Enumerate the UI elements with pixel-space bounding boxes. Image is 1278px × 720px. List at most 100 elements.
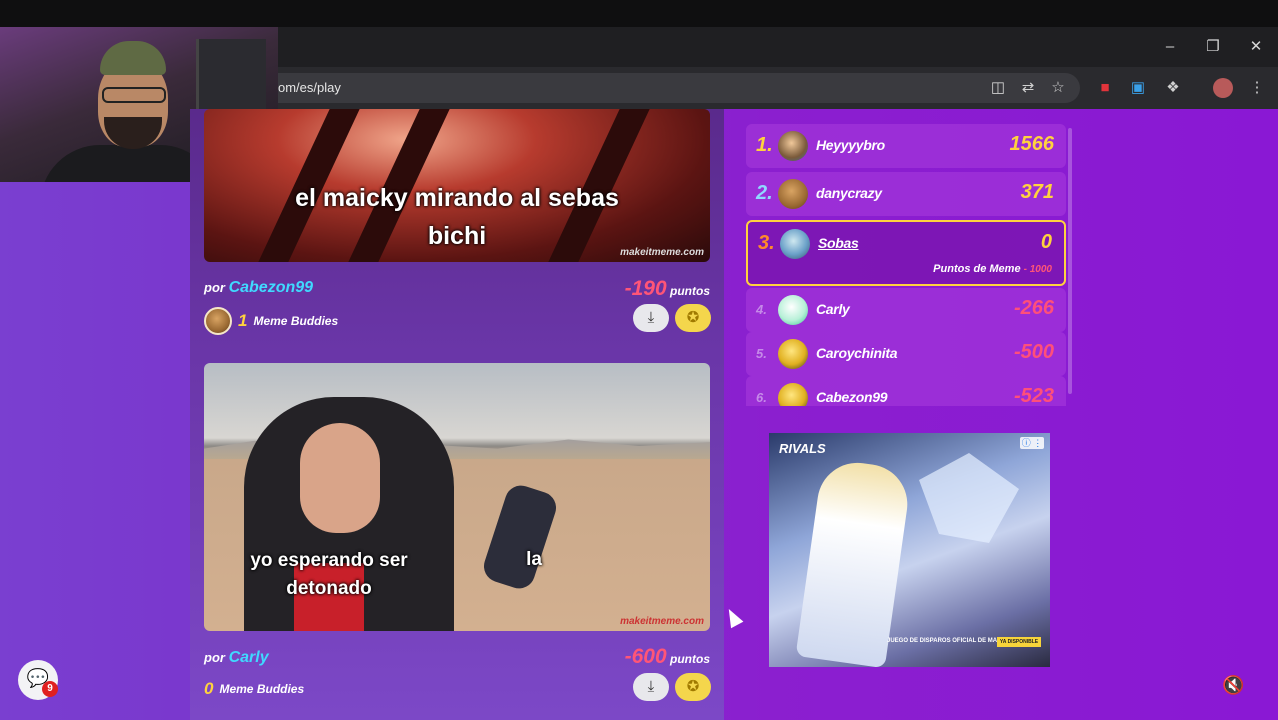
extension-blue-icon[interactable]: ▣ [1128, 78, 1148, 98]
player-avatar [778, 339, 808, 369]
ad-info-icon[interactable]: ⓘ ⋮ [1020, 437, 1044, 449]
points-label: puntos [670, 284, 710, 298]
player-name: Sobas [818, 235, 859, 251]
close-icon[interactable]: ✕ [1242, 33, 1270, 61]
by-label: por [204, 280, 225, 295]
meme-image: yo esperando ser detonado la makeitmeme.… [204, 363, 710, 631]
ad-cta-button[interactable]: YA DISPONIBLE [997, 637, 1041, 647]
rank: 3. [758, 232, 775, 254]
buddies-label: Meme Buddies [219, 682, 305, 696]
buddies-count: 0 [204, 679, 214, 698]
meme-points-line: Puntos de Meme - 1000 [933, 263, 1052, 275]
extension-red-icon[interactable]: ■ [1095, 78, 1115, 98]
buddy-avatar [204, 307, 232, 335]
player-avatar [778, 295, 808, 325]
rank: 6. [756, 390, 767, 405]
buddies-count: 1 [238, 311, 248, 330]
download-button[interactable]: ⤓ [633, 673, 669, 701]
address-bar[interactable] [250, 73, 1080, 103]
star-icon: ✪ [686, 678, 700, 695]
player-score: -266 [1013, 297, 1054, 319]
meme-watermark: makeitmeme.com [620, 616, 704, 627]
ad-tagline: JUEGO DE DISPAROS OFICIAL DE MARVEL [887, 638, 1014, 644]
star-button[interactable]: ✪ [675, 304, 711, 332]
leaderboard-row: 1. Heyyyybro 1566 [746, 124, 1066, 168]
by-label: por [204, 650, 225, 665]
player-avatar [780, 229, 810, 259]
meme-points-value: - 1000 [1023, 264, 1052, 275]
extensions-puzzle-icon[interactable]: ❖ [1163, 78, 1183, 98]
player-name: Caroychinita [816, 345, 898, 361]
player-score: -523 [1013, 385, 1054, 406]
ad-banner[interactable]: RIVALS ⓘ ⋮ JUEGO DE DISPAROS OFICIAL DE … [769, 433, 1050, 667]
player-score: 1566 [1009, 133, 1055, 155]
player-score: -500 [1013, 341, 1054, 363]
meme-caption-line: yo esperando ser [250, 550, 408, 571]
ad-crystal-graphic [919, 453, 1019, 543]
player-avatar [778, 131, 808, 161]
star-button[interactable]: ✪ [675, 673, 711, 701]
ad-logo: RIVALS [779, 441, 826, 456]
points-value: -600 [624, 645, 667, 668]
translate-icon[interactable]: ⇄ [1018, 78, 1038, 98]
chat-unread-badge: 9 [42, 681, 58, 697]
ad-hero-graphic [795, 457, 913, 667]
restore-icon[interactable]: ❐ [1199, 33, 1227, 61]
meme-buddies: 0 Meme Buddies [204, 679, 304, 699]
rank: 1. [756, 134, 773, 156]
author-link[interactable]: Carly [229, 649, 269, 666]
meme-watermark: makeitmeme.com [620, 247, 704, 258]
url-text[interactable]: om/es/play [278, 80, 341, 95]
minimize-icon[interactable]: – [1156, 33, 1184, 61]
bookmark-star-icon[interactable]: ☆ [1048, 78, 1068, 98]
points-label: puntos [670, 652, 710, 666]
leaderboard-row-current-player: 3. Sobas 0 Puntos de Meme - 1000 [746, 220, 1066, 286]
meme-caption: yo esperando ser detonado [234, 547, 424, 603]
meme-points-label: Puntos de Meme [933, 263, 1021, 275]
mouse-cursor-icon [722, 605, 744, 629]
profile-avatar[interactable] [1213, 78, 1233, 98]
meme-feed[interactable]: el maicky mirando al sebas bichi makeitm… [190, 109, 724, 720]
leaderboard-row: 4. Carly -266 [746, 288, 1066, 332]
meme-caption: el maicky mirando al sebas bichi [204, 179, 710, 255]
player-name: danycrazy [816, 185, 882, 201]
star-icon: ✪ [686, 309, 700, 326]
mute-sound-icon[interactable]: 🔇 [1222, 674, 1244, 696]
post-points: -600 puntos [625, 645, 710, 669]
points-value: -190 [624, 277, 667, 300]
leaderboard-scrollbar[interactable] [1068, 128, 1072, 394]
webcam-person-glasses [102, 87, 166, 103]
download-button[interactable]: ⤓ [633, 304, 669, 332]
player-score: 371 [1020, 181, 1054, 203]
author-link[interactable]: Cabezon99 [229, 279, 313, 296]
download-icon: ⤓ [647, 309, 655, 326]
post-points: -190 puntos [625, 277, 710, 301]
install-app-icon[interactable]: ◫ [988, 78, 1008, 98]
meme-caption-right: la [526, 549, 542, 570]
player-name: Carly [816, 301, 850, 317]
player-name: Cabezon99 [816, 389, 888, 405]
meme-caption-line: el maicky mirando al sebas [295, 184, 619, 212]
meme-runner [479, 481, 561, 593]
webcam-person-cap [100, 41, 166, 75]
player-avatar [778, 383, 808, 406]
leaderboard-row: 2. danycrazy 371 [746, 172, 1066, 216]
rank: 2. [756, 182, 773, 204]
player-name: Heyyyybro [816, 137, 885, 153]
download-icon: ⤓ [647, 678, 655, 695]
meme-person-face [300, 423, 380, 533]
leaderboard-row: 6. Cabezon99 -523 [746, 376, 1066, 406]
rank: 5. [756, 346, 767, 361]
post-author-line: por Cabezon99 [204, 279, 313, 297]
meme-buddies: 1 Meme Buddies [204, 307, 338, 335]
leaderboard[interactable]: 1. Heyyyybro 1566 2. danycrazy 371 3. So… [746, 124, 1074, 406]
buddies-label: Meme Buddies [253, 314, 339, 328]
post-author-line: por Carly [204, 649, 269, 667]
more-menu-icon[interactable]: ⋮ [1247, 78, 1267, 98]
player-avatar [778, 179, 808, 209]
meme-caption-line: detonado [286, 578, 372, 599]
rank: 4. [756, 302, 767, 317]
os-top-bar [0, 0, 1278, 27]
meme-image: el maicky mirando al sebas bichi makeitm… [204, 109, 710, 262]
player-score: 0 [1040, 231, 1052, 253]
